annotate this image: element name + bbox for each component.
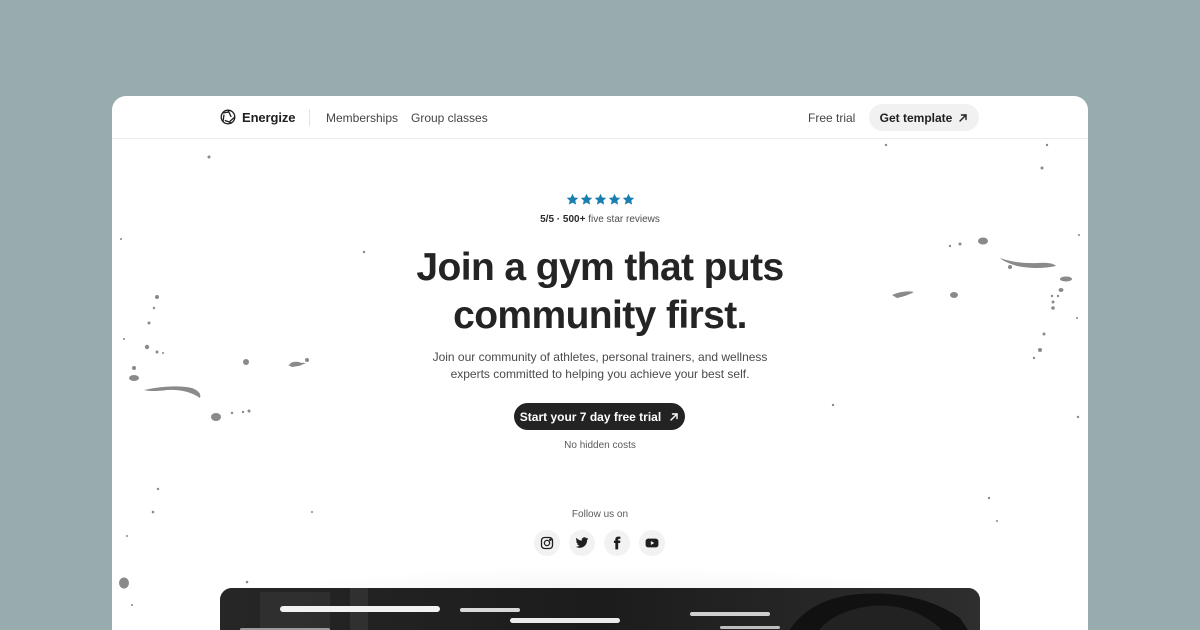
rating-caption: five star reviews [585, 214, 660, 225]
subtitle-line-1: Join our community of athletes, personal… [432, 350, 768, 364]
star-icon [608, 193, 621, 205]
youtube-link[interactable] [639, 530, 665, 556]
star-icon [594, 193, 607, 205]
gym-photo-image [220, 588, 980, 630]
headline-line-2: community first. [453, 294, 747, 337]
subtitle-line-2: experts committed to helping you achieve… [450, 367, 750, 381]
star-icon [622, 193, 635, 205]
instagram-icon [540, 536, 554, 550]
follow-label: Follow us on [571, 509, 629, 520]
rating-stars [566, 193, 635, 206]
facebook-link[interactable] [604, 530, 630, 556]
twitter-link[interactable] [569, 530, 595, 556]
hero-headline: Join a gym that puts community first. [112, 244, 1088, 340]
star-icon [580, 193, 593, 205]
rating-score: 5/5 · 500+ [540, 214, 586, 225]
start-trial-button[interactable]: Start your 7 day free trial [514, 403, 685, 430]
youtube-icon [645, 538, 659, 548]
headline-line-1: Join a gym that puts [416, 246, 784, 289]
start-trial-label: Start your 7 day free trial [519, 409, 662, 424]
hero-subtitle: Join our community of athletes, personal… [112, 349, 1088, 383]
cta-note: No hidden costs [564, 440, 636, 451]
twitter-icon [575, 537, 589, 548]
social-links [534, 530, 665, 556]
facebook-icon [613, 536, 621, 550]
rating-text: 5/5 · 500+ five star reviews [112, 214, 1088, 225]
star-icon [566, 193, 579, 205]
gym-photo [220, 588, 980, 630]
instagram-link[interactable] [534, 530, 560, 556]
page-card: Energize Memberships Group classes Free … [112, 96, 1088, 630]
arrow-up-right-icon [670, 412, 678, 421]
